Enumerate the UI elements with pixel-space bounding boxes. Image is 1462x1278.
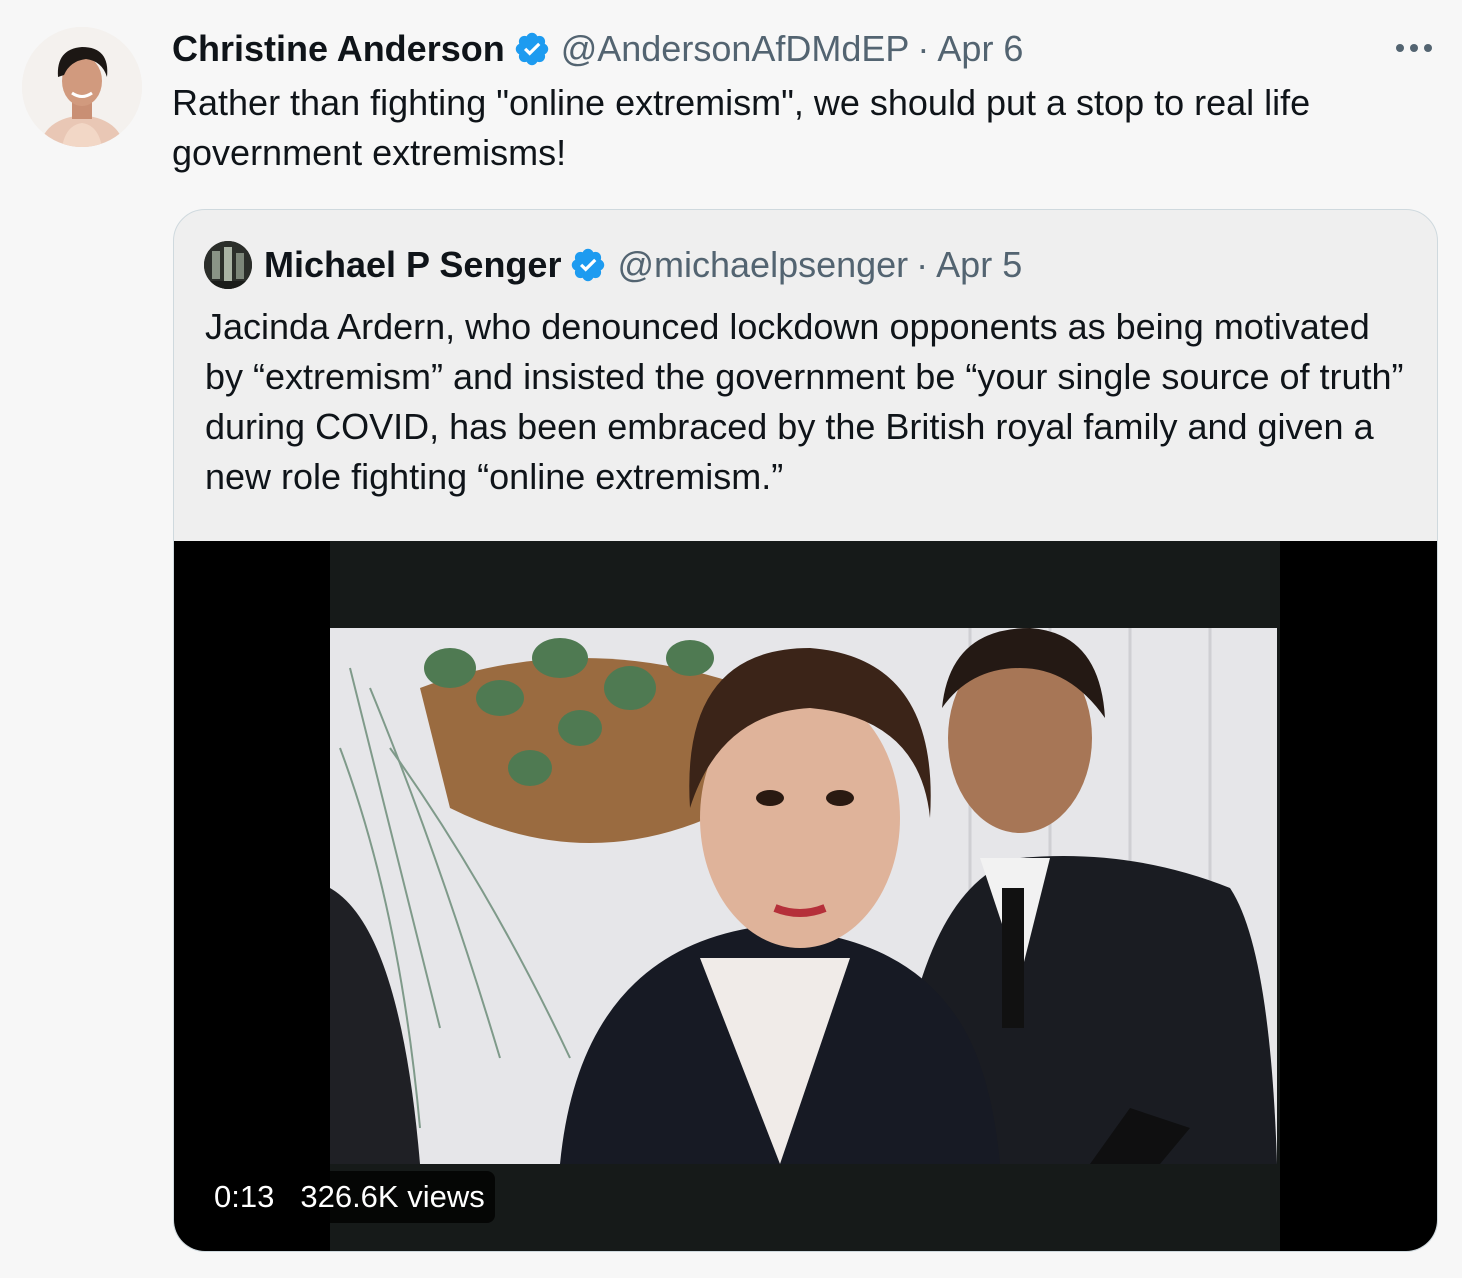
video-views: 326.6K views: [300, 1179, 485, 1214]
quoted-author-avatar-image: [204, 241, 252, 289]
quoted-author-avatar[interactable]: [204, 241, 252, 289]
tweet[interactable]: Christine Anderson @AndersonAfDMdEP · Ap…: [0, 0, 1462, 1278]
quoted-tweet-date[interactable]: Apr 5: [936, 244, 1022, 286]
more-horizontal-icon: [1396, 44, 1432, 52]
quoted-tweet-text: Jacinda Ardern, who denounced lockdown o…: [205, 306, 1404, 497]
video-thumbnail: [330, 628, 1277, 1164]
more-options-button[interactable]: [1392, 30, 1436, 66]
author-name[interactable]: Christine Anderson: [172, 28, 505, 70]
tweet-header: Christine Anderson @AndersonAfDMdEP · Ap…: [172, 27, 1023, 71]
quoted-tweet-card[interactable]: Michael P Senger @michaelpsenger · Apr 5…: [173, 209, 1438, 1252]
quoted-separator-dot: ·: [916, 244, 929, 285]
quoted-author-handle[interactable]: @michaelpsenger: [617, 244, 908, 286]
video-duration: 0:13: [214, 1179, 275, 1214]
video-stats-badge: 0:13 326.6K views: [200, 1171, 495, 1223]
separator-dot: ·: [917, 28, 930, 69]
quoted-author-name[interactable]: Michael P Senger: [264, 244, 561, 286]
tweet-date[interactable]: Apr 6: [937, 28, 1023, 70]
author-handle[interactable]: @AndersonAfDMdEP: [561, 28, 910, 70]
tweet-text: Rather than fighting "online extremism",…: [172, 82, 1311, 173]
author-avatar[interactable]: [22, 27, 142, 147]
quoted-tweet-header: Michael P Senger @michaelpsenger · Apr 5: [204, 241, 1022, 289]
quoted-verified-badge-icon: [569, 246, 607, 284]
video-player[interactable]: 0:13 326.6K views: [174, 541, 1437, 1251]
verified-badge-icon: [513, 30, 551, 68]
author-avatar-image: [22, 27, 142, 147]
